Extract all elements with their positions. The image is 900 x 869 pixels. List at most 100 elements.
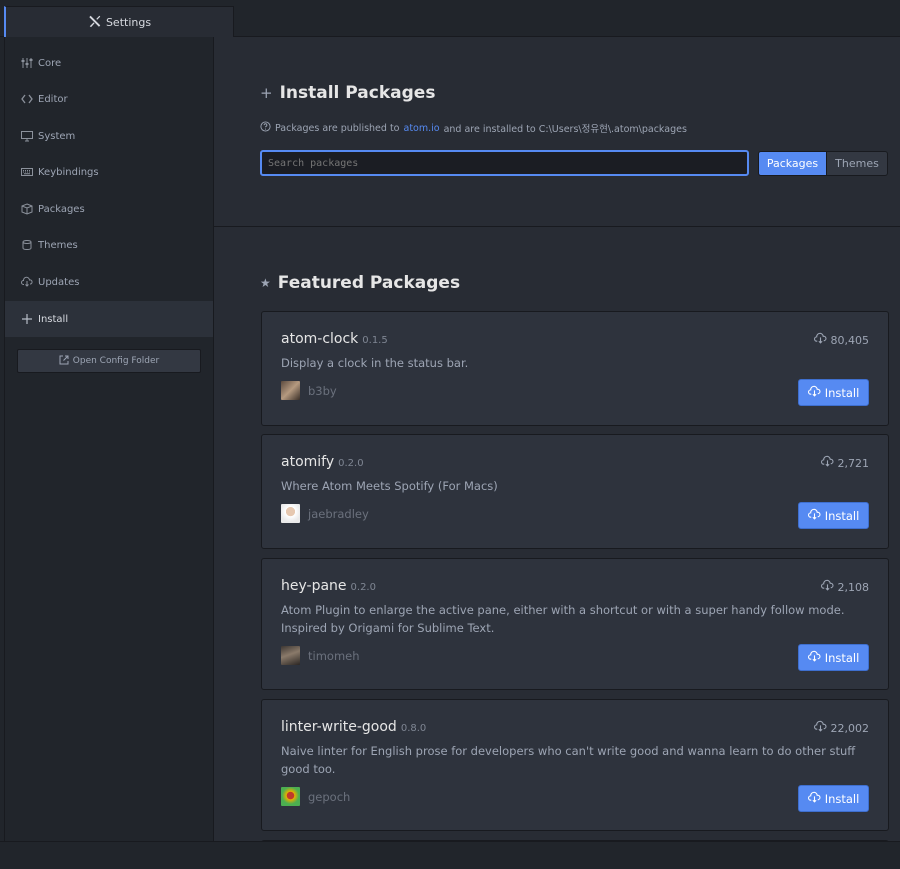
tab-label: Settings: [105, 15, 152, 29]
install-label: Install: [824, 791, 860, 806]
cloud-download-icon: [807, 508, 821, 524]
settings-main-panel: + Install Packages Packages are publishe…: [214, 37, 900, 841]
package-title: atomify 0.2.0: [281, 454, 364, 470]
package-version: 0.1.5: [362, 335, 388, 346]
avatar: [281, 381, 300, 400]
package-author[interactable]: jaebradley: [281, 504, 369, 523]
sliders-icon: [20, 57, 33, 70]
download-count-value: 2,108: [837, 580, 870, 594]
sidebar-item-system[interactable]: System: [5, 118, 213, 154]
cloud-download-icon: [807, 791, 821, 807]
install-label: Install: [824, 508, 860, 523]
open-config-folder-button[interactable]: Open Config Folder: [17, 349, 201, 373]
cloud-download-icon: [820, 579, 834, 595]
package-version: 0.2.0: [338, 458, 364, 469]
package-name[interactable]: linter-write-good: [281, 719, 397, 735]
cloud-download-icon: [807, 650, 821, 666]
sidebar-item-label: System: [38, 130, 76, 142]
avatar: [281, 787, 300, 806]
cloud-download-icon: [20, 276, 33, 289]
avatar: [281, 646, 300, 665]
sidebar-item-updates[interactable]: Updates: [5, 264, 213, 300]
download-count-value: 2,721: [837, 456, 870, 470]
package-name[interactable]: hey-pane: [281, 578, 347, 594]
package-author[interactable]: b3by: [281, 381, 337, 400]
package-description: Atom Plugin to enlarge the active pane, …: [281, 603, 845, 635]
search-input[interactable]: [260, 150, 749, 176]
sidebar-item-label: Themes: [38, 239, 78, 251]
monitor-icon: [20, 130, 33, 143]
toggle-packages-button[interactable]: Packages: [758, 151, 827, 176]
sidebar-item-core[interactable]: Core: [5, 45, 213, 81]
package-card: linter-write-good 0.8.0 22,002 Naive lin…: [261, 699, 889, 831]
external-link-icon: [59, 355, 69, 368]
hint-prefix: Packages are published to: [275, 122, 400, 134]
settings-sidebar: Core Editor System Keybindings Packages …: [4, 37, 214, 841]
keyboard-icon: [20, 166, 33, 179]
package-card: atomify 0.2.0 2,721 Where Atom Meets Spo…: [261, 434, 889, 549]
author-name[interactable]: b3by: [308, 384, 337, 398]
cloud-download-icon: [813, 332, 827, 348]
package-version: 0.8.0: [400, 723, 427, 734]
sidebar-item-editor[interactable]: Editor: [5, 81, 213, 117]
sidebar-item-install[interactable]: Install: [5, 301, 213, 337]
install-packages-heading: + Install Packages: [260, 83, 435, 103]
package-description: Naive linter for English prose for devel…: [281, 744, 856, 776]
toggle-themes-button[interactable]: Themes: [826, 151, 888, 176]
tab-settings[interactable]: Settings: [4, 6, 234, 37]
atom-io-link[interactable]: atom.io: [404, 123, 440, 134]
package-card: hey-pane 0.2.0 2,108 Atom Plugin to enla…: [261, 558, 889, 690]
install-label: Install: [824, 385, 860, 400]
package-name[interactable]: atom-clock: [281, 331, 358, 347]
avatar: [281, 504, 300, 523]
sidebar-item-themes[interactable]: Themes: [5, 227, 213, 263]
package-title: linter-write-good 0.8.0: [281, 719, 426, 735]
package-author[interactable]: gepoch: [281, 787, 350, 806]
install-button[interactable]: Install: [798, 785, 869, 812]
section-title: Featured Packages: [277, 273, 461, 293]
author-name[interactable]: gepoch: [308, 790, 350, 804]
tab-bar: Settings: [0, 0, 900, 37]
download-count: 80,405: [813, 332, 870, 348]
package-title: atom-clock 0.1.5: [281, 331, 388, 347]
package-author[interactable]: timomeh: [281, 646, 360, 665]
sidebar-item-keybindings[interactable]: Keybindings: [5, 154, 213, 190]
sidebar-item-packages[interactable]: Packages: [5, 191, 213, 227]
plus-icon: +: [260, 84, 273, 102]
hint-suffix: and are installed to C:\Users\정유현\.atom\…: [443, 124, 687, 135]
tools-icon: [88, 14, 102, 31]
package-version: 0.2.0: [350, 582, 376, 593]
sidebar-item-label: Editor: [38, 93, 68, 105]
package-icon: [20, 203, 33, 216]
install-hint: Packages are published to atom.io and ar…: [260, 121, 687, 135]
install-button[interactable]: Install: [798, 379, 869, 406]
install-button[interactable]: Install: [798, 502, 869, 529]
star-icon: ★: [260, 276, 271, 290]
question-icon: [260, 121, 271, 135]
download-count-value: 80,405: [830, 333, 870, 347]
author-name[interactable]: timomeh: [308, 649, 360, 663]
sidebar-item-label: Packages: [38, 203, 85, 215]
author-name[interactable]: jaebradley: [308, 507, 369, 521]
section-title: Install Packages: [279, 83, 436, 103]
package-name[interactable]: atomify: [281, 454, 334, 470]
open-config-label: Open Config Folder: [72, 356, 160, 366]
package-title: hey-pane 0.2.0: [281, 578, 376, 594]
download-count: 22,002: [813, 720, 870, 736]
install-button[interactable]: Install: [798, 644, 869, 671]
package-description: Where Atom Meets Spotify (For Macs): [281, 479, 498, 493]
paintcan-icon: [20, 239, 33, 252]
download-count: 2,108: [820, 579, 870, 595]
download-count-value: 22,002: [830, 721, 870, 735]
status-bar: [0, 841, 900, 869]
package-description: Display a clock in the status bar.: [281, 356, 469, 370]
sidebar-item-label: Core: [38, 57, 62, 69]
cloud-download-icon: [813, 720, 827, 736]
cloud-download-icon: [820, 455, 834, 471]
sidebar-item-label: Install: [38, 313, 69, 325]
download-count: 2,721: [820, 455, 870, 471]
cloud-download-icon: [807, 385, 821, 401]
code-icon: [20, 93, 33, 106]
featured-packages-heading: ★ Featured Packages: [260, 273, 460, 293]
package-card: atom-clock 0.1.5 80,405 Display a clock …: [261, 311, 889, 426]
